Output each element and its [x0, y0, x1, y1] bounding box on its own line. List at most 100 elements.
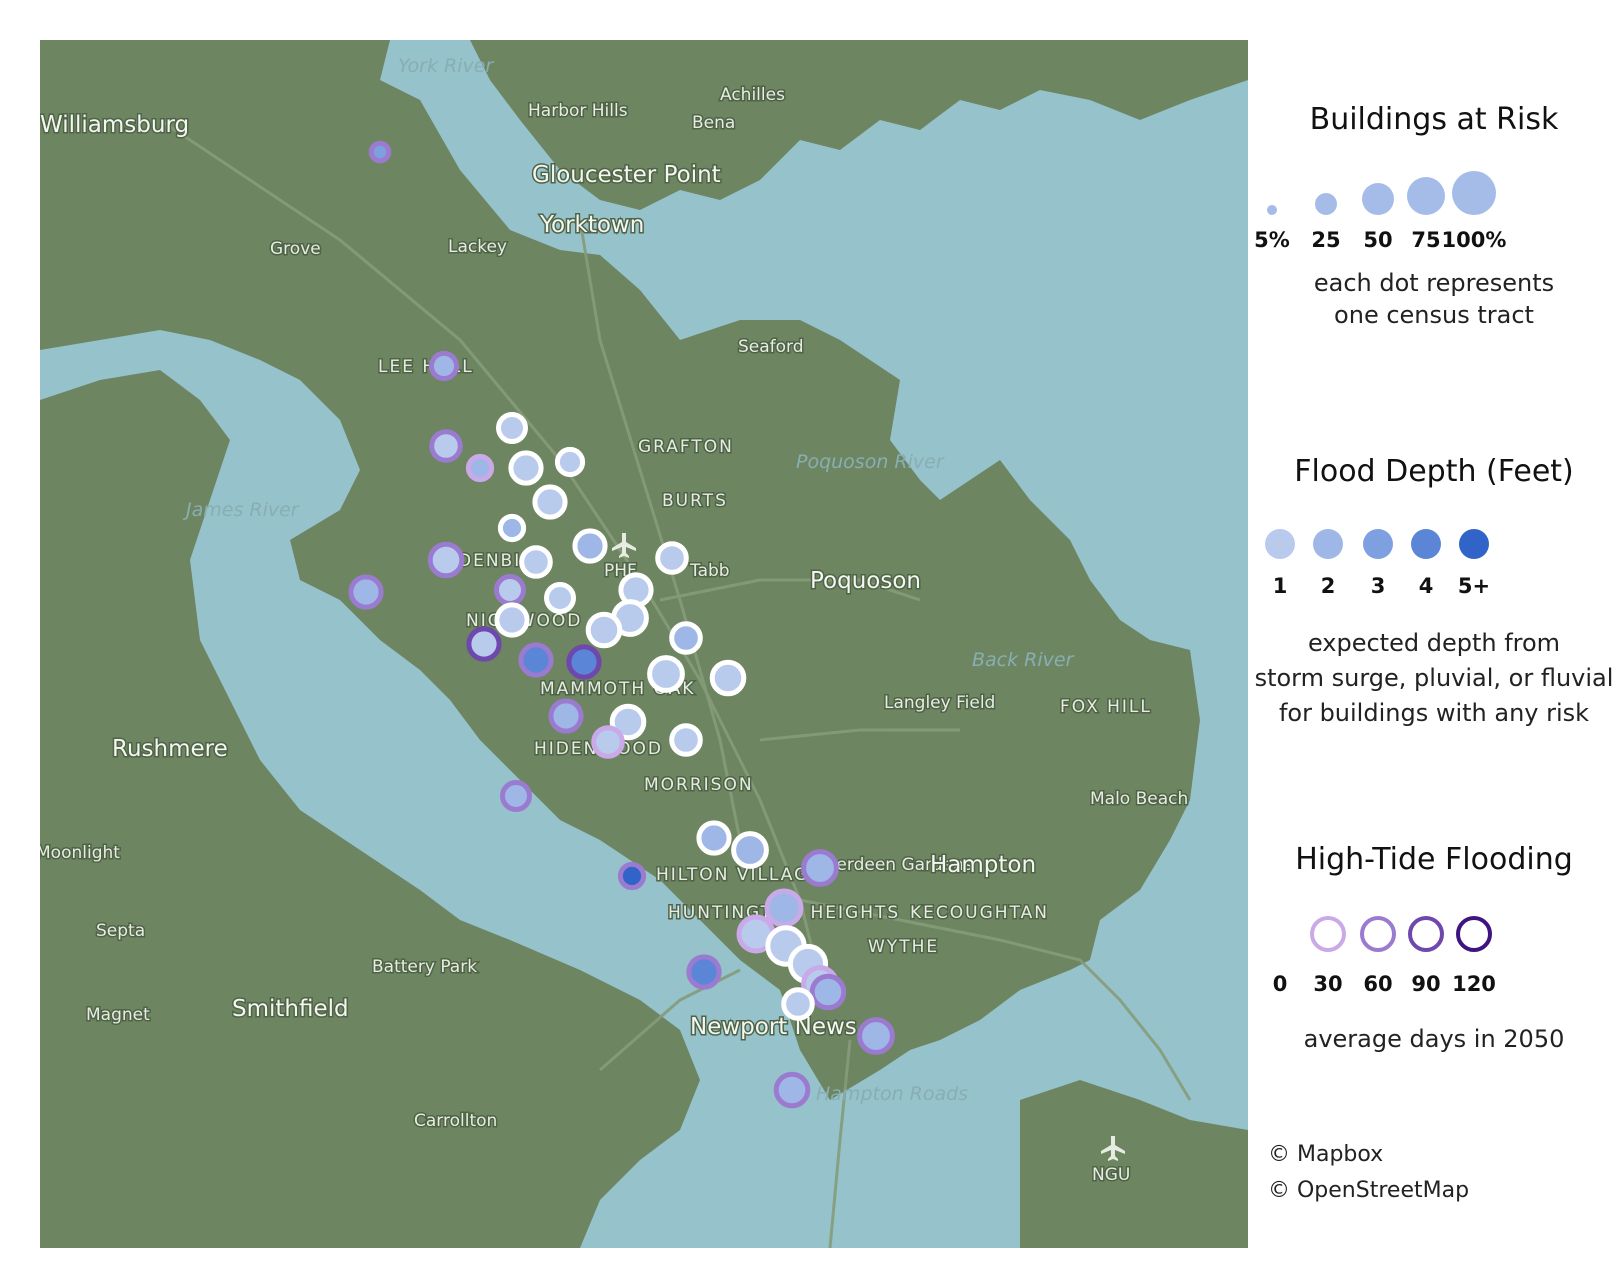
- legend-size-100: [1452, 171, 1496, 215]
- legend-tide-label: 120: [1452, 972, 1496, 996]
- census-tract-marker[interactable]: [428, 350, 460, 382]
- census-tract-marker[interactable]: [496, 412, 528, 444]
- place-label: KECOUGHTAN: [910, 903, 1049, 923]
- census-tract-marker[interactable]: [466, 626, 502, 662]
- map-canvas[interactable]: York River Harbor Hills Achilles William…: [40, 40, 1248, 1248]
- place-label: GRAFTON: [638, 437, 734, 457]
- legend-depth-title: Flood Depth (Feet): [1294, 454, 1574, 489]
- census-tract-marker[interactable]: [647, 655, 685, 693]
- census-tract-marker[interactable]: [508, 450, 544, 486]
- census-tract-marker[interactable]: [348, 574, 384, 610]
- census-tract-marker[interactable]: [500, 780, 532, 812]
- legend-depth-note-line2: storm surge, pluvial, or fluvial: [1254, 664, 1614, 692]
- place-label: Magnet: [86, 1005, 150, 1025]
- census-tract-marker[interactable]: [497, 513, 527, 543]
- place-label: Smithfield: [232, 996, 349, 1022]
- census-tract-marker[interactable]: [585, 611, 623, 649]
- census-tract-marker[interactable]: [669, 723, 703, 757]
- legend-depth-4: [1411, 529, 1441, 559]
- census-tract-marker[interactable]: [764, 888, 804, 928]
- legend-depth-note-line3: for buildings with any risk: [1278, 699, 1590, 727]
- place-label: Seaford: [738, 337, 804, 357]
- legend-tide-title: High-Tide Flooding: [1295, 842, 1573, 877]
- census-tract-marker[interactable]: [554, 446, 586, 478]
- census-tract-marker[interactable]: [773, 1071, 811, 1109]
- legend-buildings-note-line2: one census tract: [1334, 301, 1534, 329]
- census-tract-marker[interactable]: [548, 698, 584, 734]
- legend-tide-60: [1360, 916, 1396, 952]
- census-tract-marker[interactable]: [368, 140, 392, 164]
- census-tract-marker[interactable]: [544, 582, 576, 614]
- place-label: Battery Park: [372, 957, 477, 977]
- place-label: Moonlight: [40, 843, 120, 863]
- legend-tide-symbols: [1262, 916, 1492, 952]
- census-tract-marker[interactable]: [801, 849, 839, 887]
- flood-risk-map[interactable]: York River Harbor Hills Achilles William…: [40, 40, 1248, 1248]
- place-label: James River: [182, 499, 300, 521]
- census-tract-marker[interactable]: [532, 484, 568, 520]
- place-label: MORRISON: [644, 775, 754, 795]
- census-tract-marker[interactable]: [427, 541, 465, 579]
- place-label: LEE HALL: [378, 357, 474, 377]
- place-label: Carrollton: [414, 1111, 497, 1131]
- census-tract-marker[interactable]: [494, 574, 526, 606]
- place-label: Gloucester Point: [532, 162, 721, 188]
- census-tract-marker[interactable]: [572, 528, 608, 564]
- place-label: WYTHE: [868, 937, 939, 957]
- place-label: Back River: [972, 649, 1075, 671]
- legend-depth-label: 5+: [1457, 574, 1491, 598]
- legend-tide-0: [1262, 916, 1298, 952]
- place-label: Lackey: [448, 237, 507, 257]
- place-label: Achilles: [720, 85, 785, 105]
- census-tract-marker[interactable]: [655, 541, 689, 575]
- census-tract-marker[interactable]: [696, 820, 732, 856]
- census-tract-marker[interactable]: [669, 621, 703, 655]
- census-tract-marker[interactable]: [617, 861, 647, 891]
- legend-buildings-symbols: [1267, 171, 1496, 215]
- place-label: Poquoson River: [796, 451, 945, 473]
- census-tract-marker[interactable]: [494, 602, 530, 638]
- place-label: York River: [398, 55, 494, 77]
- place-label: Bena: [692, 113, 735, 133]
- census-tract-marker[interactable]: [857, 1017, 895, 1055]
- census-tract-marker[interactable]: [566, 644, 602, 680]
- legend-depth-2: [1313, 529, 1343, 559]
- place-label: Poquoson: [810, 568, 921, 594]
- legend-tide-120: [1456, 916, 1492, 952]
- census-tract-marker[interactable]: [519, 545, 553, 579]
- place-label: BURTS: [662, 491, 728, 511]
- census-tract-marker[interactable]: [809, 973, 847, 1011]
- legend-depth-1: [1265, 529, 1295, 559]
- legend-depth-note-line1: expected depth from: [1307, 629, 1561, 657]
- census-tract-marker[interactable]: [781, 987, 815, 1021]
- place-label: Hampton: [930, 852, 1036, 878]
- attribution-mapbox[interactable]: © Mapbox: [1268, 1142, 1383, 1167]
- place-label: FOX HILL: [1060, 697, 1152, 717]
- place-label: Williamsburg: [40, 112, 189, 138]
- place-label: Harbor Hills: [528, 101, 628, 121]
- legend-tide-90: [1408, 916, 1444, 952]
- attribution-openstreetmap[interactable]: © OpenStreetMap: [1268, 1178, 1469, 1203]
- legend-tide-30: [1310, 916, 1346, 952]
- place-label: HILTON VILLAGE: [656, 865, 822, 885]
- place-label: Newport News: [690, 1014, 857, 1040]
- legend-size-75: [1407, 177, 1445, 215]
- place-label: Malo Beach: [1090, 789, 1188, 809]
- census-tract-marker[interactable]: [591, 725, 625, 759]
- census-tract-marker[interactable]: [518, 642, 554, 678]
- legend-buildings-title: Buildings at Risk: [1309, 102, 1559, 137]
- legend-buildings-note-line1: each dot represents: [1313, 269, 1555, 297]
- place-label: Yorktown: [539, 212, 644, 238]
- legend-size-50: [1362, 183, 1394, 215]
- census-tract-marker[interactable]: [709, 659, 747, 697]
- place-label: Grove: [270, 239, 321, 259]
- census-tract-marker[interactable]: [429, 429, 463, 463]
- census-tract-marker[interactable]: [465, 453, 495, 483]
- place-label: Tabb: [689, 561, 730, 581]
- census-tract-marker[interactable]: [731, 831, 769, 869]
- legend-tide-note: average days in 2050: [1303, 1025, 1565, 1053]
- place-label: NGU: [1092, 1165, 1130, 1185]
- place-label: Hampton Roads: [816, 1083, 968, 1105]
- legend-size-5: [1267, 205, 1277, 215]
- census-tract-marker[interactable]: [686, 954, 722, 990]
